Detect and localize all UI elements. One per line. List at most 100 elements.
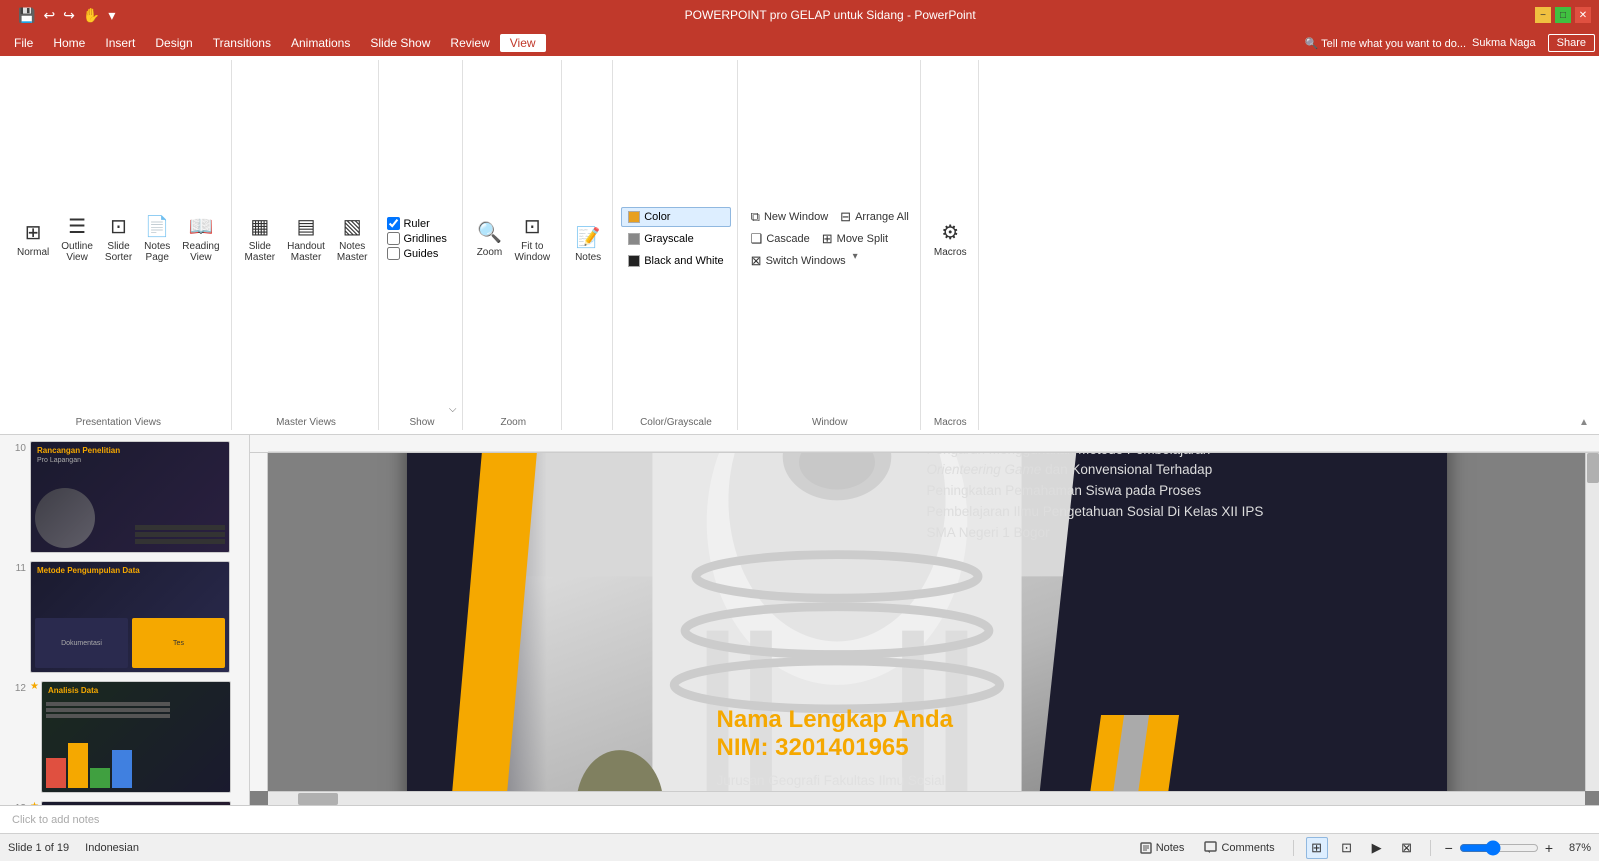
- name-block: Nama Lengkap Anda NIM: 3201401965 Jurusa…: [717, 706, 1237, 791]
- close-button[interactable]: ✕: [1575, 7, 1591, 23]
- slide-item-11[interactable]: 11 Metode Pengumpulan Data Dokumentasi T…: [4, 559, 245, 675]
- scrollbar-thumb-v[interactable]: [1587, 453, 1599, 483]
- color-grayscale-label: Color/Grayscale: [621, 415, 730, 428]
- comments-icon: [1204, 841, 1218, 855]
- zoom-slider[interactable]: [1459, 840, 1539, 856]
- gridlines-checkbox[interactable]: Gridlines: [387, 232, 446, 245]
- qat-more-button[interactable]: ▾: [106, 5, 117, 26]
- menu-review[interactable]: Review: [440, 34, 499, 52]
- notes-master-button[interactable]: ▧ NotesMaster: [332, 209, 373, 269]
- slide-thumbnail-11: Metode Pengumpulan Data Dokumentasi Tes: [30, 561, 230, 673]
- slide-count: Slide 1 of 19: [8, 842, 69, 854]
- slide-number-11: 11: [6, 561, 26, 574]
- slide-item-10[interactable]: 10 Rancangan Penelitian Pro Lapangan: [4, 439, 245, 555]
- switch-windows-arrow[interactable]: ▾: [853, 251, 858, 271]
- menu-insert[interactable]: Insert: [95, 34, 145, 52]
- cascade-button[interactable]: ❑ Cascade: [746, 229, 815, 249]
- language-indicator: Indonesian: [85, 842, 139, 854]
- move-split-button[interactable]: ⊞ Move Split: [817, 229, 893, 249]
- student-name: Nama Lengkap Anda: [717, 706, 1237, 734]
- notes-page-button[interactable]: 📄 NotesPage: [139, 209, 175, 269]
- zoom-level: 87%: [1559, 842, 1591, 854]
- ribbon-collapse-button[interactable]: ▲: [1579, 60, 1593, 430]
- menu-design[interactable]: Design: [145, 34, 202, 52]
- slide-star-12: ★: [30, 681, 39, 692]
- color-grayscale-group: Color Grayscale Black and White Color/Gr…: [615, 60, 737, 430]
- student-nim: NIM: 3201401965: [717, 734, 1237, 762]
- arrange-all-button[interactable]: ⊟ Arrange All: [835, 207, 914, 227]
- menu-file[interactable]: File: [4, 34, 43, 52]
- menu-view[interactable]: View: [500, 34, 546, 52]
- vertical-scrollbar[interactable]: [1585, 453, 1599, 791]
- normal-view-status-button[interactable]: ⊞: [1306, 837, 1328, 859]
- tell-me-inline[interactable]: 🔍 Tell me what you want to do...: [1299, 37, 1472, 50]
- slide-item-12[interactable]: 12 ★ Analisis Data: [4, 679, 245, 795]
- slide-sorter-button[interactable]: ⊡ SlideSorter: [100, 209, 137, 269]
- menu-animations[interactable]: Animations: [281, 34, 360, 52]
- notes-ribbon-button[interactable]: 📝 Notes: [570, 214, 606, 274]
- window-label: Window: [746, 415, 914, 428]
- slide-description: Pengaruh Menggunakan Metode Pembelajaran…: [927, 453, 1287, 544]
- ruler-checkbox[interactable]: Ruler: [387, 217, 446, 230]
- slide-master-button[interactable]: ▦ SlideMaster: [240, 209, 281, 269]
- presenter-view-status-button[interactable]: ⊠: [1396, 837, 1418, 859]
- canvas-area: LOGO Skripsi Pengaruh Menggunakan Metode…: [250, 435, 1599, 805]
- handout-master-button[interactable]: ▤ HandoutMaster: [282, 209, 330, 269]
- redo-button[interactable]: ↪: [61, 5, 77, 26]
- slideshow-view-status-button[interactable]: ▶: [1366, 837, 1388, 859]
- zoom-button[interactable]: 🔍 Zoom: [471, 209, 507, 269]
- title-bar: 💾 ↩ ↪ ✋ ▾ POWERPOINT pro GELAP untuk Sid…: [0, 0, 1599, 30]
- guides-checkbox[interactable]: Guides: [387, 247, 446, 260]
- color-option[interactable]: Color: [621, 207, 730, 227]
- show-expand-icon[interactable]: ⌵: [449, 404, 457, 415]
- notes-ribbon-label: [570, 426, 606, 428]
- grayscale-option[interactable]: Grayscale: [621, 229, 730, 249]
- minimize-button[interactable]: −: [1535, 7, 1551, 23]
- user-name: Sukma Naga: [1472, 37, 1536, 49]
- ruler-vertical: [250, 453, 268, 791]
- normal-view-button[interactable]: ⊞ Normal: [12, 209, 54, 269]
- notes-status-button[interactable]: Notes: [1133, 839, 1191, 857]
- menu-slideshow[interactable]: Slide Show: [360, 34, 440, 52]
- fit-to-window-button[interactable]: ⊡ Fit toWindow: [509, 209, 555, 269]
- institution-info: Jurusan Geografi Fakultas Ilmu Sosial Un…: [717, 770, 1237, 791]
- scrollbar-thumb-h[interactable]: [298, 793, 338, 805]
- slide-canvas-wrapper: LOGO Skripsi Pengaruh Menggunakan Metode…: [250, 453, 1599, 791]
- ruler-h-svg: [268, 435, 1599, 452]
- maximize-button[interactable]: □: [1555, 7, 1571, 23]
- window-controls: − □ ✕: [1535, 7, 1591, 23]
- comments-status-button[interactable]: Comments: [1198, 839, 1280, 857]
- slide-item-13[interactable]: 13 ★ Diagram Alur Penelitian Start Proce…: [4, 799, 245, 805]
- zoom-plus-button[interactable]: +: [1543, 840, 1555, 856]
- master-views-label: Master Views: [240, 415, 373, 428]
- save-button[interactable]: 💾: [16, 5, 37, 26]
- touch-button[interactable]: ✋: [81, 5, 102, 26]
- main-slide[interactable]: LOGO Skripsi Pengaruh Menggunakan Metode…: [407, 453, 1447, 791]
- slide-number-12: 12: [6, 681, 26, 694]
- zoom-label: Zoom: [471, 415, 555, 428]
- macros-button[interactable]: ⚙ Macros: [929, 209, 972, 269]
- outline-view-button[interactable]: ☰ OutlineView: [56, 209, 98, 269]
- slide-number-10: 10: [6, 441, 26, 454]
- zoom-minus-button[interactable]: −: [1443, 840, 1455, 856]
- show-group: Ruler Gridlines Guides ⌵ Show: [381, 60, 463, 430]
- menu-transitions[interactable]: Transitions: [203, 34, 281, 52]
- window-group: ⧉ New Window ⊟ Arrange All ❑ Cascade ⊞ M…: [740, 60, 921, 430]
- presentation-views-group: ⊞ Normal ☰ OutlineView ⊡ SlideSorter 📄 N…: [6, 60, 232, 430]
- reading-view-button[interactable]: 📖 ReadingView: [177, 209, 224, 269]
- menu-home[interactable]: Home: [43, 34, 95, 52]
- macros-group: ⚙ Macros Macros: [923, 60, 979, 430]
- horizontal-scrollbar: [268, 791, 1585, 805]
- share-button[interactable]: Share: [1548, 34, 1595, 52]
- status-bar: Slide 1 of 19 Indonesian Notes Comments …: [0, 833, 1599, 861]
- slidesorter-view-status-button[interactable]: ⊡: [1336, 837, 1358, 859]
- zoom-group: 🔍 Zoom ⊡ Fit toWindow Zoom: [465, 60, 562, 430]
- zoom-control: − + 87%: [1443, 840, 1591, 856]
- notes-area: Click to add notes: [0, 805, 1599, 833]
- switch-windows-button[interactable]: ⊠ Switch Windows: [746, 251, 851, 271]
- menu-bar: File Home Insert Design Transitions Anim…: [0, 30, 1599, 56]
- black-white-option[interactable]: Black and White: [621, 251, 730, 271]
- slide-thumbnail-10: Rancangan Penelitian Pro Lapangan: [30, 441, 230, 553]
- new-window-button[interactable]: ⧉ New Window: [746, 207, 833, 227]
- undo-button[interactable]: ↩: [41, 5, 57, 26]
